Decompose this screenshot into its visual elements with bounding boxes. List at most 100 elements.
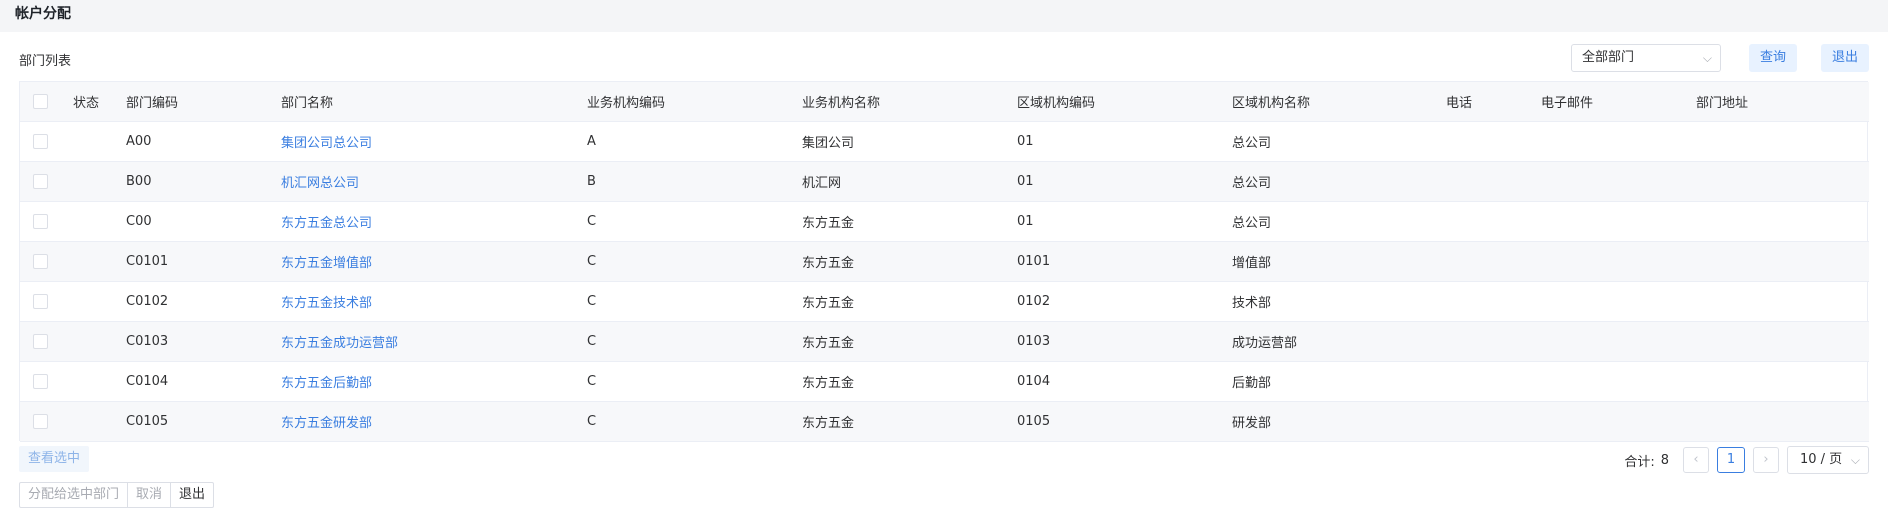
table-row[interactable]: C0102 东方五金技术部 C 东方五金 0102 技术部 bbox=[20, 281, 1869, 322]
region-code-cell: 01 bbox=[1017, 201, 1232, 242]
code-cell: C0103 bbox=[126, 321, 281, 362]
region-code-cell: 01 bbox=[1017, 161, 1232, 202]
page-size-select[interactable]: 10 / 页 ⌵ bbox=[1787, 446, 1869, 474]
phone-cell bbox=[1446, 321, 1541, 362]
department-name-link[interactable]: 东方五金成功运营部 bbox=[281, 321, 587, 362]
status-cell bbox=[73, 361, 126, 402]
region-code-cell: 01 bbox=[1017, 121, 1232, 162]
toolbar: 部门列表 全部部门 ⌵ 查询 退出 bbox=[19, 44, 1869, 74]
address-cell bbox=[1696, 121, 1869, 162]
row-checkbox[interactable] bbox=[33, 134, 48, 149]
query-button[interactable]: 查询 bbox=[1749, 44, 1797, 72]
table-row[interactable]: C0105 东方五金研发部 C 东方五金 0105 研发部 bbox=[20, 401, 1869, 442]
biz-code-cell: B bbox=[587, 161, 802, 202]
region-name-cell: 成功运营部 bbox=[1232, 321, 1446, 362]
biz-code-cell: C bbox=[587, 361, 802, 402]
column-header[interactable]: 区域机构名称 bbox=[1232, 82, 1446, 122]
list-title: 部门列表 bbox=[19, 54, 72, 69]
department-table: 状态 部门编码 部门名称 业务机构编码 业务机构名称 区域机构编码 区域机构名称… bbox=[19, 81, 1869, 442]
department-select[interactable]: 全部部门 ⌵ bbox=[1571, 44, 1721, 72]
address-cell bbox=[1696, 241, 1869, 282]
chevron-down-icon: ⌵ bbox=[1702, 51, 1712, 65]
region-name-cell: 总公司 bbox=[1232, 121, 1446, 162]
total-count: 8 bbox=[1660, 452, 1669, 468]
column-header[interactable]: 区域机构编码 bbox=[1017, 82, 1232, 122]
department-name-link[interactable]: 集团公司总公司 bbox=[281, 121, 587, 162]
code-cell: C0101 bbox=[126, 241, 281, 282]
biz-name-cell: 东方五金 bbox=[802, 201, 1017, 242]
code-cell: B00 bbox=[126, 161, 281, 202]
biz-code-cell: C bbox=[587, 281, 802, 322]
email-cell bbox=[1541, 321, 1696, 362]
email-cell bbox=[1541, 161, 1696, 202]
region-name-cell: 研发部 bbox=[1232, 401, 1446, 442]
email-cell bbox=[1541, 241, 1696, 282]
page-number-button[interactable]: 1 bbox=[1717, 447, 1745, 473]
email-cell bbox=[1541, 361, 1696, 402]
view-selected-button[interactable]: 查看选中 bbox=[19, 446, 90, 472]
cancel-button[interactable]: 取消 bbox=[128, 483, 172, 507]
address-cell bbox=[1696, 201, 1869, 242]
next-page-button[interactable]: › bbox=[1753, 447, 1779, 473]
table-row[interactable]: C0101 东方五金增值部 C 东方五金 0101 增值部 bbox=[20, 241, 1869, 282]
chevron-down-icon: ⌵ bbox=[1850, 453, 1860, 467]
region-code-cell: 0102 bbox=[1017, 281, 1232, 322]
department-name-link[interactable]: 东方五金后勤部 bbox=[281, 361, 587, 402]
column-header[interactable]: 状态 bbox=[73, 82, 126, 122]
column-header[interactable]: 部门名称 bbox=[281, 82, 587, 122]
column-header[interactable]: 业务机构名称 bbox=[802, 82, 1017, 122]
page-header: 帐户分配 bbox=[0, 0, 1888, 32]
region-name-cell: 增值部 bbox=[1232, 241, 1446, 282]
status-cell bbox=[73, 121, 126, 162]
code-cell: C0102 bbox=[126, 281, 281, 322]
column-header[interactable]: 电子邮件 bbox=[1541, 82, 1696, 122]
table-row[interactable]: B00 机汇网总公司 B 机汇网 01 总公司 bbox=[20, 161, 1869, 202]
table-row[interactable]: C0103 东方五金成功运营部 C 东方五金 0103 成功运营部 bbox=[20, 321, 1869, 362]
row-checkbox[interactable] bbox=[33, 214, 48, 229]
department-name-link[interactable]: 东方五金增值部 bbox=[281, 241, 587, 282]
chevron-right-icon: › bbox=[1763, 452, 1769, 467]
email-cell bbox=[1541, 121, 1696, 162]
phone-cell bbox=[1446, 161, 1541, 202]
biz-name-cell: 东方五金 bbox=[802, 401, 1017, 442]
status-cell bbox=[73, 161, 126, 202]
department-name-link[interactable]: 东方五金总公司 bbox=[281, 201, 587, 242]
column-header[interactable]: 电话 bbox=[1446, 82, 1541, 122]
footer-left: 查看选中 bbox=[19, 446, 90, 472]
table-row[interactable]: A00 集团公司总公司 A 集团公司 01 总公司 bbox=[20, 121, 1869, 162]
phone-cell bbox=[1446, 401, 1541, 442]
row-checkbox[interactable] bbox=[33, 334, 48, 349]
assign-to-selected-button[interactable]: 分配给选中部门 bbox=[20, 483, 129, 507]
column-header[interactable]: 业务机构编码 bbox=[587, 82, 802, 122]
biz-name-cell: 东方五金 bbox=[802, 281, 1017, 322]
page-size-value: 10 / 页 bbox=[1800, 452, 1843, 467]
status-cell bbox=[73, 401, 126, 442]
row-checkbox[interactable] bbox=[33, 414, 48, 429]
phone-cell bbox=[1446, 241, 1541, 282]
row-checkbox[interactable] bbox=[33, 294, 48, 309]
exit-button-bottom[interactable]: 退出 bbox=[171, 483, 213, 507]
email-cell bbox=[1541, 401, 1696, 442]
department-name-link[interactable]: 东方五金技术部 bbox=[281, 281, 587, 322]
department-name-link[interactable]: 机汇网总公司 bbox=[281, 161, 587, 202]
row-checkbox[interactable] bbox=[33, 174, 48, 189]
department-name-link[interactable]: 东方五金研发部 bbox=[281, 401, 587, 442]
region-code-cell: 0101 bbox=[1017, 241, 1232, 282]
status-cell bbox=[73, 281, 126, 322]
exit-button[interactable]: 退出 bbox=[1821, 44, 1869, 72]
row-checkbox[interactable] bbox=[33, 374, 48, 389]
select-all-checkbox[interactable] bbox=[33, 94, 48, 109]
row-checkbox[interactable] bbox=[33, 254, 48, 269]
address-cell bbox=[1696, 401, 1869, 442]
column-header[interactable]: 部门编码 bbox=[126, 82, 281, 122]
region-name-cell: 技术部 bbox=[1232, 281, 1446, 322]
table-row[interactable]: C00 东方五金总公司 C 东方五金 01 总公司 bbox=[20, 201, 1869, 242]
code-cell: C0105 bbox=[126, 401, 281, 442]
phone-cell bbox=[1446, 201, 1541, 242]
column-header[interactable]: 部门地址 bbox=[1696, 82, 1869, 122]
table-row[interactable]: C0104 东方五金后勤部 C 东方五金 0104 后勤部 bbox=[20, 361, 1869, 402]
biz-name-cell: 机汇网 bbox=[802, 161, 1017, 202]
prev-page-button[interactable]: ‹ bbox=[1683, 447, 1709, 473]
action-button-group: 分配给选中部门 取消 退出 bbox=[19, 482, 215, 508]
address-cell bbox=[1696, 321, 1869, 362]
